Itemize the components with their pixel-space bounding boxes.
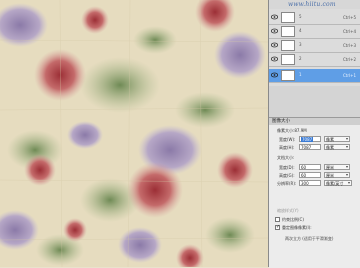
layer-thumbnail: [281, 54, 295, 65]
layer-name: 4: [299, 28, 302, 33]
doc-width-label: 宽度(D):: [279, 165, 295, 170]
layer-name: 5: [299, 14, 302, 19]
pixel-dimensions-label: 像素大小:87.9M: [277, 128, 307, 133]
layer-shortcut: Ctrl+2: [342, 57, 356, 62]
height-input[interactable]: 7087: [299, 144, 321, 150]
layer-shortcut: Ctrl+4: [342, 29, 356, 34]
layers-panel: 5 Ctrl+5 4 Ctrl+4 3 Ctrl+3 2 Ctrl+2 1 Ct…: [269, 9, 360, 86]
layers-empty-area: [269, 86, 360, 117]
watermark: www.hiitu.com: [288, 1, 336, 8]
layer-name: 1: [299, 72, 302, 77]
eye-icon[interactable]: [271, 42, 278, 48]
document-canvas[interactable]: [0, 0, 268, 267]
layer-row[interactable]: 4 Ctrl+4: [269, 25, 360, 39]
image-size-dialog: 图像大小 像素大小:87.9M 宽度(W): 7087 像素 高度(H): 70…: [269, 117, 360, 268]
doc-height-label: 高度(G):: [279, 173, 295, 178]
layer-thumbnail: [281, 40, 295, 51]
height-unit-select[interactable]: 像素: [324, 144, 350, 150]
resolution-input[interactable]: 300: [299, 180, 321, 186]
scale-styles-label: 缩放样式(Y): [277, 208, 299, 213]
resample-label: 重定图像像素(I):: [282, 225, 312, 230]
doc-width-input[interactable]: 60: [299, 164, 321, 170]
layer-shortcut: Ctrl+1: [342, 73, 356, 78]
document-size-label: 文档大小:: [277, 155, 295, 160]
doc-height-unit-select[interactable]: 厘米: [324, 172, 350, 178]
width-input[interactable]: 7087: [299, 136, 321, 142]
resample-method-select[interactable]: 两次立方 (适用于平滑渐变): [285, 236, 333, 242]
doc-height-input[interactable]: 60: [299, 172, 321, 178]
constrain-proportions-label: 约束比例(C): [282, 217, 304, 222]
layer-row[interactable]: 5 Ctrl+5: [269, 11, 360, 25]
eye-icon[interactable]: [271, 28, 278, 34]
layer-row[interactable]: 3 Ctrl+3: [269, 39, 360, 53]
resolution-label: 分辨率(R):: [277, 181, 297, 186]
eye-icon[interactable]: [271, 56, 278, 62]
eye-icon[interactable]: [271, 14, 278, 20]
eye-icon[interactable]: [271, 72, 278, 78]
layer-thumbnail: [281, 12, 295, 23]
doc-width-unit-select[interactable]: 厘米: [324, 164, 350, 170]
layer-thumbnail: [281, 26, 295, 37]
width-label: 宽度(W):: [279, 137, 296, 142]
layer-row-selected[interactable]: 1 Ctrl+1: [269, 69, 360, 83]
height-label: 高度(H):: [279, 145, 295, 150]
resample-checkbox[interactable]: [275, 224, 280, 230]
width-unit-select[interactable]: 像素: [324, 136, 350, 142]
resolution-unit-select[interactable]: 像素/英寸: [324, 180, 352, 186]
layer-shortcut: Ctrl+5: [342, 15, 356, 20]
dialog-title: 图像大小: [269, 118, 360, 125]
floral-pattern-image: [0, 0, 268, 267]
layer-name: 3: [299, 42, 302, 47]
layer-shortcut: Ctrl+3: [342, 43, 356, 48]
constrain-proportions-checkbox[interactable]: [275, 217, 280, 222]
layer-row[interactable]: 2 Ctrl+2: [269, 53, 360, 67]
layer-thumbnail: [281, 70, 295, 81]
layer-name: 2: [299, 56, 302, 61]
